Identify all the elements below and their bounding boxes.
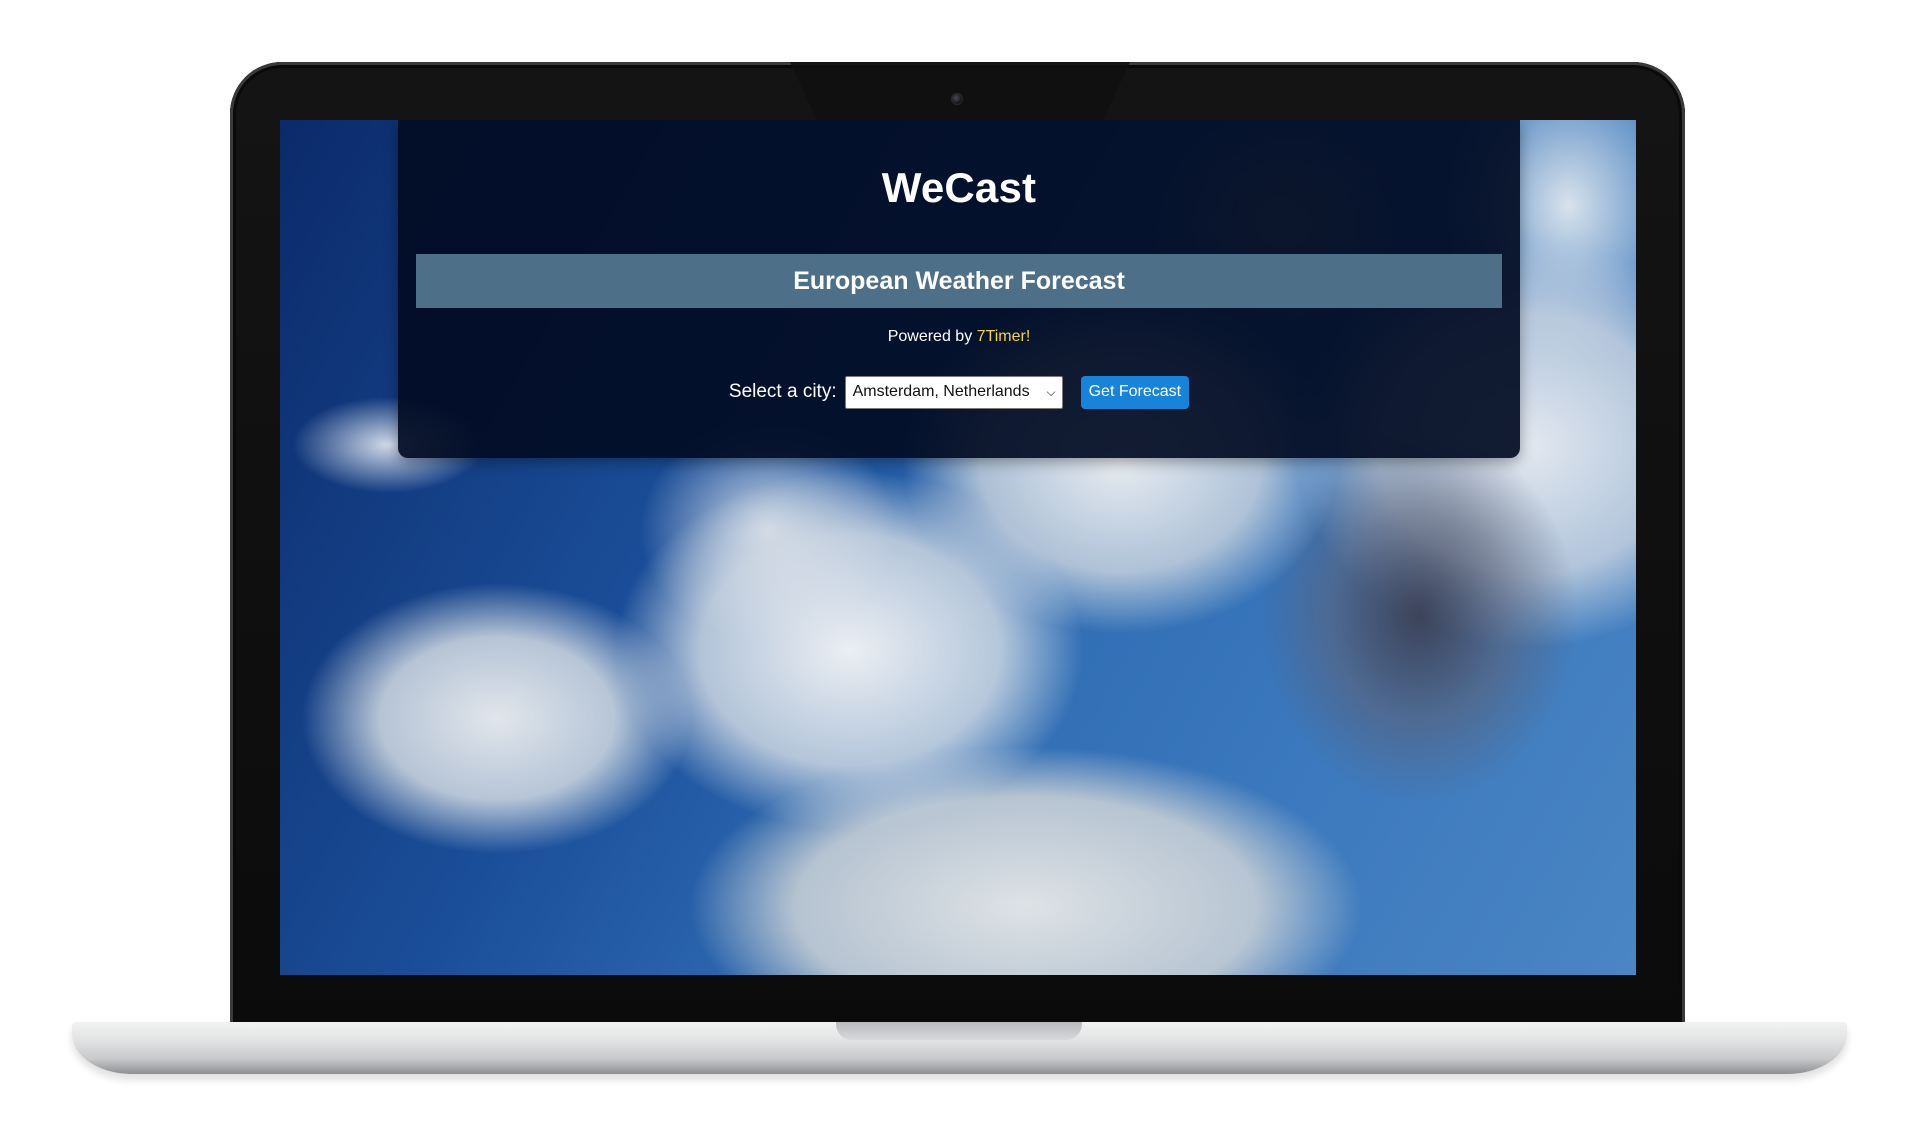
laptop-base-notch (836, 1022, 1082, 1040)
page: WeCast European Weather Forecast Powered… (0, 0, 1919, 1139)
powered-by-line: Powered by 7Timer! (398, 328, 1520, 346)
powered-by-link[interactable]: 7Timer! (977, 328, 1031, 345)
get-forecast-button[interactable]: Get Forecast (1080, 375, 1190, 409)
subtitle-bar: European Weather Forecast (416, 254, 1502, 308)
laptop-notch (790, 62, 1130, 120)
camera-icon (951, 93, 963, 105)
chevron-down-icon: ⌵ (1046, 384, 1056, 399)
city-select-label: Select a city: (728, 381, 837, 402)
subtitle-text: European Weather Forecast (793, 266, 1125, 295)
city-form: Select a city: Amsterdam, Netherlands ⌵ … (398, 375, 1520, 409)
city-select-value: Amsterdam, Netherlands (852, 383, 1030, 400)
header-panel: WeCast European Weather Forecast Powered… (398, 120, 1520, 458)
powered-by-label: Powered by (887, 328, 973, 345)
app-title: WeCast (881, 164, 1037, 211)
laptop-screen: WeCast European Weather Forecast Powered… (280, 120, 1636, 975)
city-select[interactable]: Amsterdam, Netherlands ⌵ (844, 375, 1063, 409)
